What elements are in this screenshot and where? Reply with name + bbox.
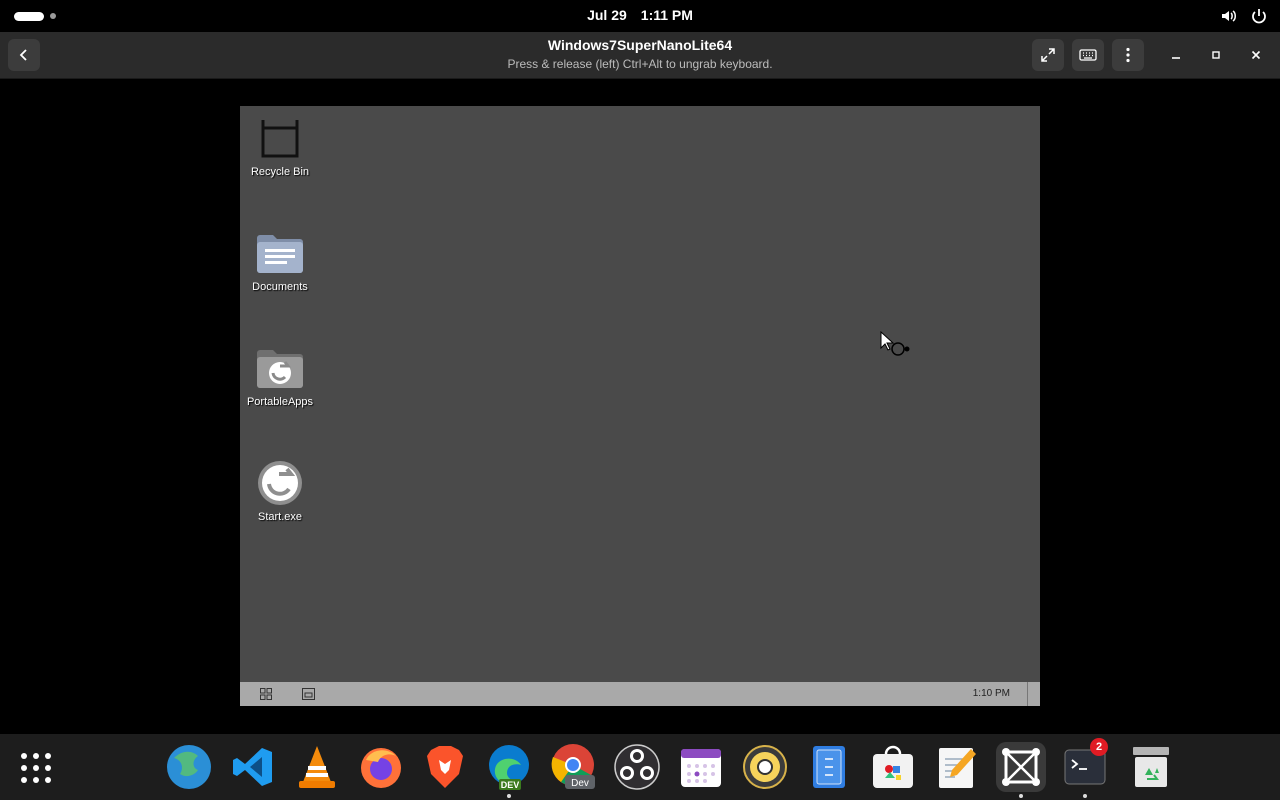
show-desktop-strip[interactable] — [1027, 682, 1028, 706]
dock-app-text-editor[interactable] — [932, 742, 982, 792]
desktop-icon-label: Documents — [252, 281, 308, 293]
kebab-menu-icon — [1126, 47, 1130, 63]
keyboard-icon — [1079, 49, 1097, 61]
minimize-button[interactable] — [1160, 39, 1192, 71]
running-indicator — [1019, 794, 1023, 798]
busy-cursor-icon — [880, 331, 910, 356]
minimize-icon — [1172, 57, 1180, 59]
grid-icon — [260, 688, 272, 700]
edge-dev-badge-text: DEV — [501, 780, 520, 790]
folder-documents-icon — [257, 235, 303, 273]
vlc-icon — [299, 746, 335, 788]
speaker-app-icon — [743, 745, 787, 789]
boxes-vm-icon — [1002, 748, 1040, 786]
dock-app-file-archive[interactable] — [804, 742, 854, 792]
window-icon — [301, 688, 315, 700]
back-button[interactable] — [8, 39, 40, 71]
dock-app-boxes[interactable] — [996, 742, 1046, 798]
notification-badge: 2 — [1090, 738, 1108, 756]
dock-app-edge-dev[interactable]: DEV — [484, 742, 534, 798]
firefox-icon — [361, 748, 401, 788]
dock-app-obs[interactable] — [612, 742, 662, 792]
brave-icon — [427, 746, 463, 788]
fullscreen-icon — [1041, 48, 1055, 62]
dock-app-trash[interactable] — [1126, 742, 1176, 792]
dock-app-vscode[interactable] — [228, 742, 278, 792]
window-title: Windows7SuperNanoLite64 — [547, 37, 733, 53]
folder-portableapps-icon — [257, 350, 303, 388]
calendar-icon — [681, 749, 721, 787]
vscode-icon — [233, 748, 272, 786]
dock-app-calendar[interactable] — [676, 742, 726, 792]
trash-icon — [1133, 747, 1169, 787]
vm-start-button[interactable] — [258, 686, 274, 702]
edge-dev-icon: DEV — [489, 745, 529, 790]
desktop-icon-recycle-bin[interactable]: Recycle Bin — [240, 114, 320, 178]
volume-icon[interactable] — [1220, 7, 1238, 25]
dock: DEV Dev 2 — [0, 734, 1280, 800]
clock[interactable]: Jul 29 1:11 PM — [0, 7, 1280, 23]
dock-app-firefox[interactable] — [356, 742, 406, 792]
clock-date[interactable]: Jul 29 — [587, 7, 627, 23]
vm-show-desktop-button[interactable] — [300, 686, 316, 702]
top-bar: Jul 29 1:11 PM — [0, 0, 1280, 32]
send-keys-button[interactable] — [1072, 39, 1104, 71]
obs-icon — [614, 744, 660, 790]
software-store-icon — [873, 745, 913, 788]
dock-app-chrome-dev[interactable]: Dev — [548, 742, 598, 792]
chevron-left-icon — [19, 49, 27, 61]
system-tray[interactable] — [1220, 7, 1268, 25]
running-indicator — [1083, 794, 1087, 798]
vm-display[interactable]: Recycle Bin Documents PortableApps Start… — [240, 106, 1040, 706]
close-icon — [1251, 50, 1261, 60]
globe-browser-icon — [167, 745, 211, 789]
maximize-button[interactable] — [1200, 39, 1232, 71]
fullscreen-button[interactable] — [1032, 39, 1064, 71]
app-grid-icon[interactable] — [20, 752, 52, 784]
vm-taskbar: 1:10 PM — [240, 682, 1040, 706]
dock-app-terminal[interactable]: 2 — [1060, 738, 1110, 798]
dock-app-vlc[interactable] — [292, 742, 342, 792]
running-indicator — [507, 794, 511, 798]
desktop-icon-portableapps[interactable]: PortableApps — [240, 344, 320, 408]
dock-app-software[interactable] — [868, 742, 918, 792]
text-editor-icon — [939, 748, 976, 788]
viewer-header-bar: Windows7SuperNanoLite64 Press & release … — [0, 32, 1280, 79]
chrome-dev-badge-text: Dev — [571, 778, 589, 789]
dock-app-brave[interactable] — [420, 742, 470, 792]
recycle-bin-icon — [261, 120, 299, 158]
window-subtitle: Press & release (left) Ctrl+Alt to ungra… — [507, 57, 773, 71]
clock-time[interactable]: 1:11 PM — [641, 7, 693, 23]
desktop-icon-label: Start.exe — [257, 511, 303, 523]
desktop-icon-label: Recycle Bin — [250, 166, 310, 178]
power-icon[interactable] — [1250, 7, 1268, 25]
dock-app-speaker[interactable] — [740, 742, 790, 792]
desktop-icon-documents[interactable]: Documents — [240, 229, 320, 293]
menu-button[interactable] — [1112, 39, 1144, 71]
close-button[interactable] — [1240, 39, 1272, 71]
maximize-icon — [1212, 51, 1220, 59]
vm-taskbar-clock[interactable]: 1:10 PM — [973, 688, 1010, 699]
start-exe-icon — [258, 461, 302, 505]
desktop-icon-start-exe[interactable]: Start.exe — [240, 459, 320, 523]
chrome-dev-icon: Dev — [551, 744, 595, 789]
dock-app-globe-browser[interactable] — [164, 742, 214, 792]
file-archive-icon — [813, 746, 845, 788]
desktop-icon-label: PortableApps — [246, 396, 314, 408]
